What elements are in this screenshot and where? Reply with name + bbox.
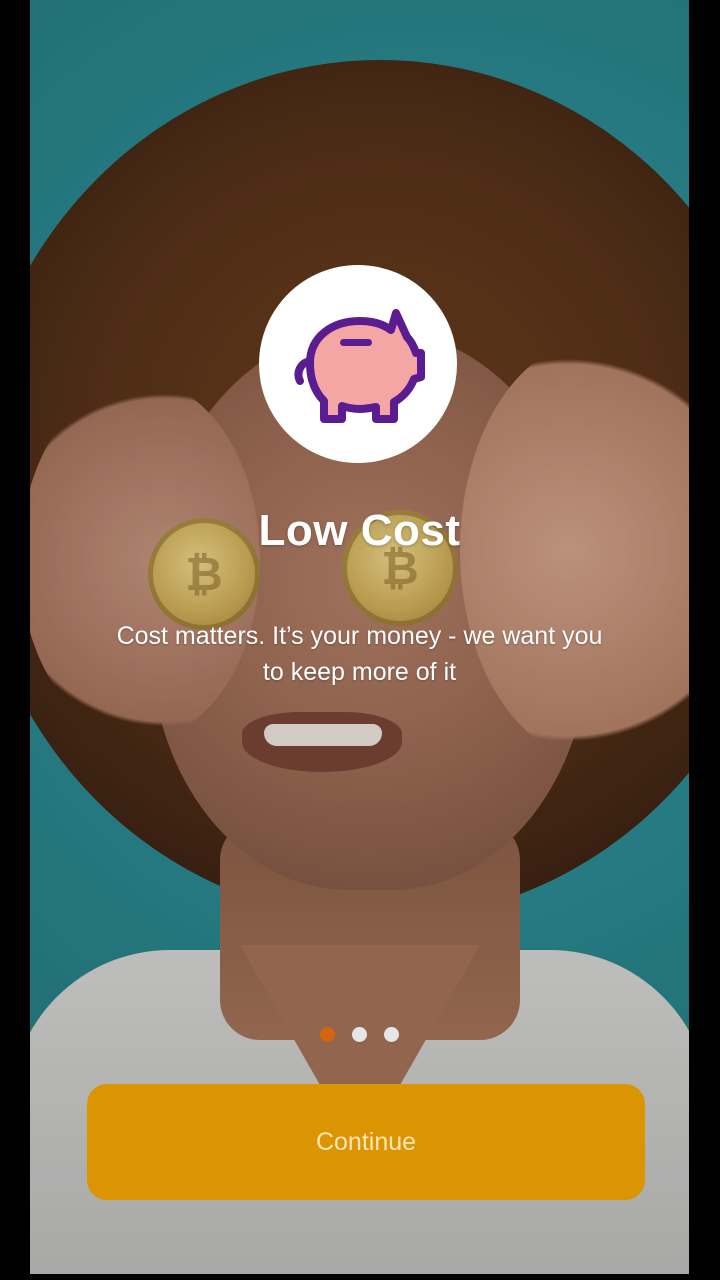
onboarding-content: Low Cost Cost matters. It’s your money -…	[30, 0, 689, 1274]
continue-button[interactable]: Continue	[87, 1084, 645, 1200]
pagination-dot-3[interactable]	[384, 1027, 399, 1042]
pagination-dots	[30, 1027, 689, 1042]
piggy-bank-icon	[294, 309, 425, 423]
page-description: Cost matters. It’s your money - we want …	[116, 622, 603, 686]
feature-icon-badge	[259, 265, 457, 463]
pagination-dot-1[interactable]	[320, 1027, 335, 1042]
page-title: Low Cost	[258, 506, 461, 555]
pagination-dot-2[interactable]	[352, 1027, 367, 1042]
onboarding-screen: ₿ ₿ Low Cost Cost matters. It’s your mon…	[30, 0, 689, 1274]
